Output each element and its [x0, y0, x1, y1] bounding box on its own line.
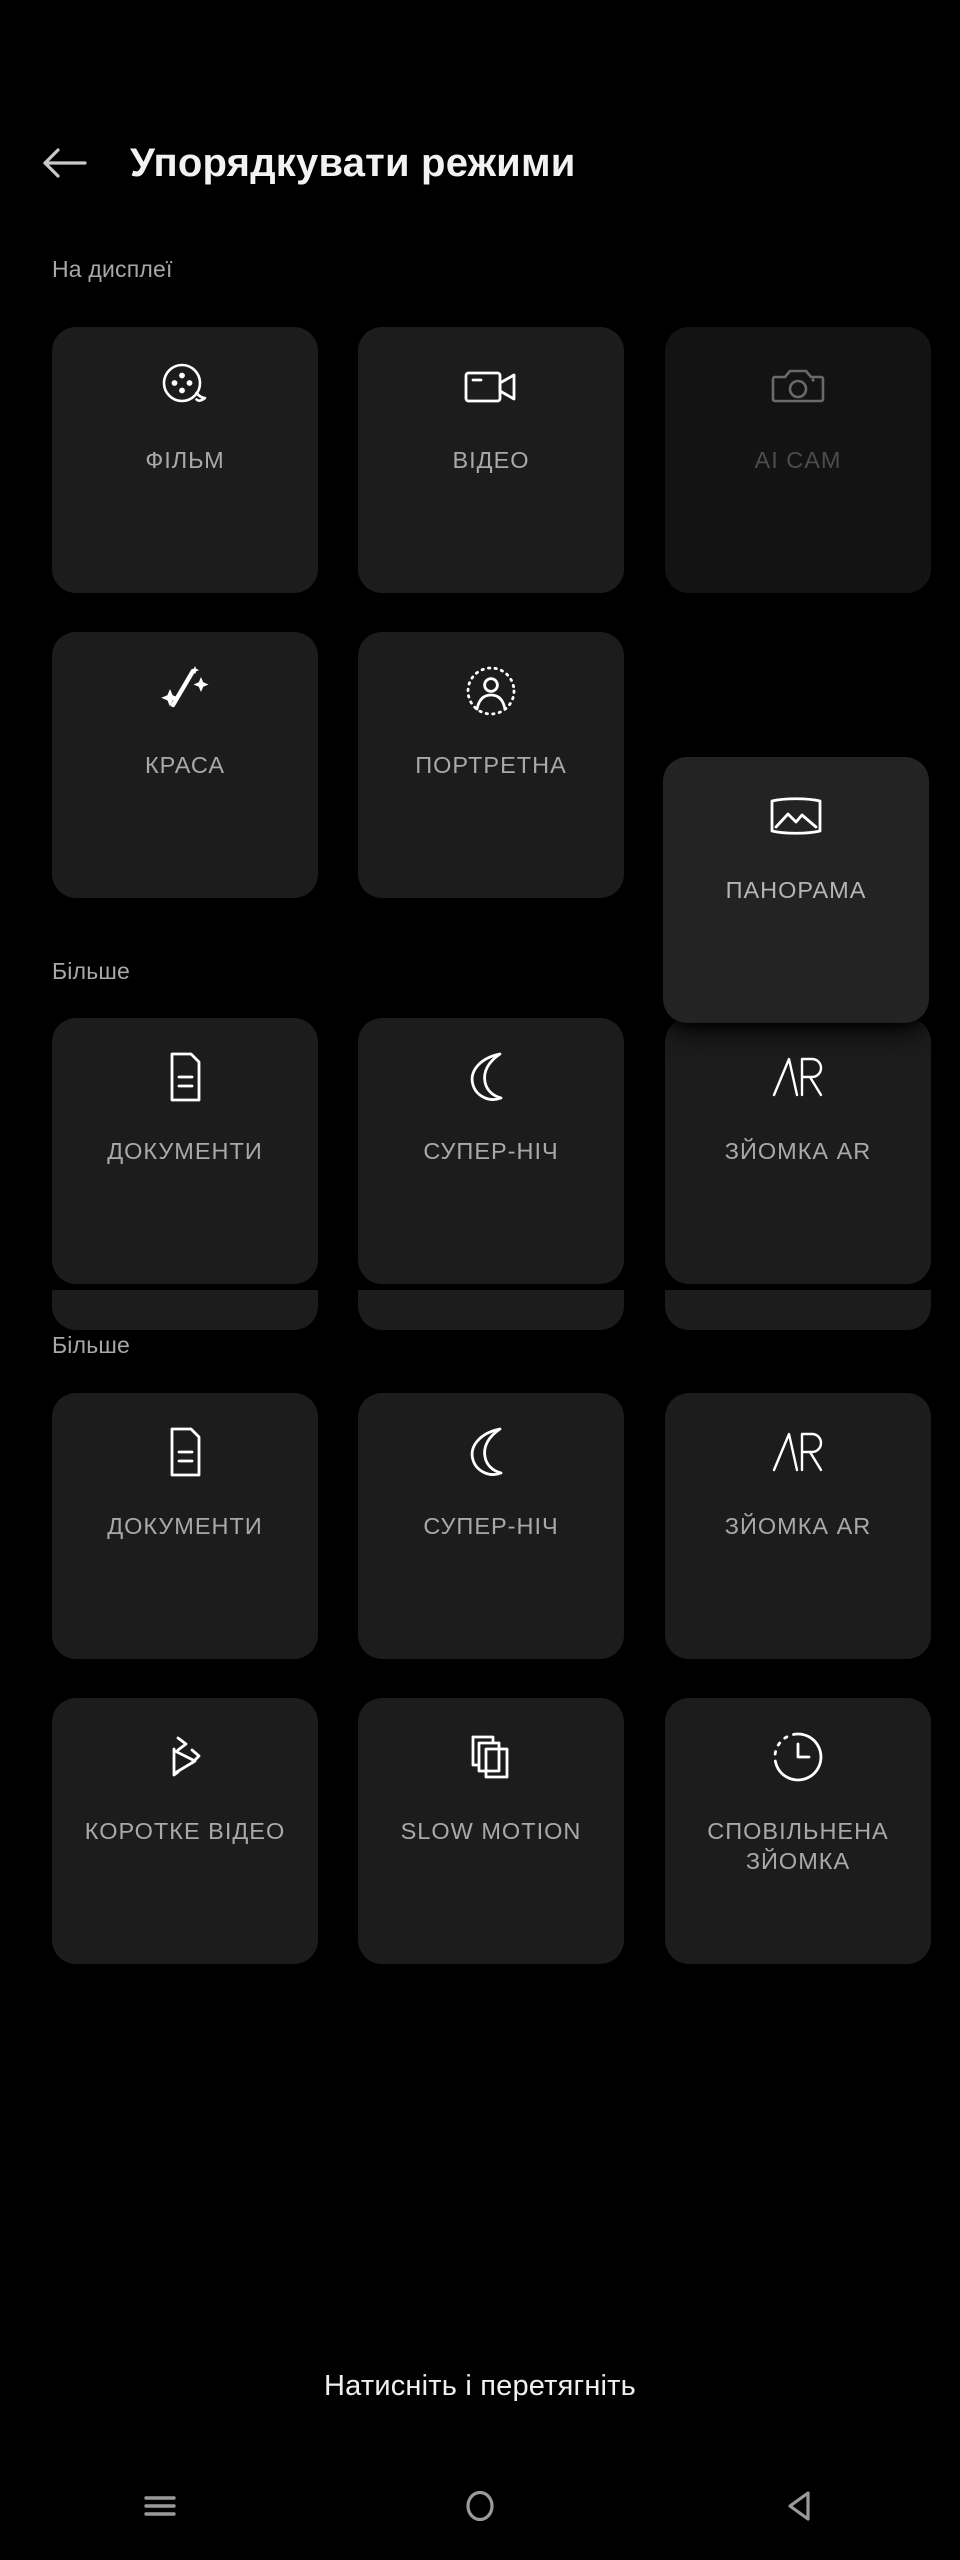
mode-tile-short-video[interactable]: КОРОТКЕ ВІДЕО — [52, 1698, 318, 1964]
short-video-icon — [52, 1698, 318, 1816]
mode-tile-label: ЗЙОМКА AR — [724, 1138, 872, 1164]
android-navigation-bar — [0, 2452, 960, 2560]
mode-tile-film[interactable]: ФІЛЬМ — [52, 327, 318, 593]
mode-tile-portrait[interactable]: ПОРТРЕТНА — [358, 632, 624, 898]
camera-modes-reorder-screen: Упорядкувати режими На дисплеї ФІЛЬМ ВІД — [0, 0, 960, 2560]
page-title: Упорядкувати режими — [130, 140, 576, 185]
mode-tile-ar-shot-2[interactable]: ЗЙОМКА AR — [665, 1393, 931, 1659]
mode-tile-documents-1[interactable]: ДОКУМЕНТИ — [52, 1018, 318, 1284]
magic-wand-sparkle-icon — [52, 632, 318, 750]
mode-tile-beauty[interactable]: КРАСА — [52, 632, 318, 898]
clock-timelapse-icon — [665, 1698, 931, 1816]
mode-tile-label: AI CAM — [754, 447, 842, 473]
mode-tile-label: ВІДЕО — [452, 447, 530, 473]
mode-tile-label: ПАНОРАМА — [725, 877, 867, 903]
section-label-more-2: Більше — [52, 1332, 131, 1358]
mode-tile-video[interactable]: ВІДЕО — [358, 327, 624, 593]
menu-lines-icon — [142, 2491, 178, 2521]
mode-tile-label: ДОКУМЕНТИ — [107, 1138, 263, 1164]
moon-icon — [358, 1018, 624, 1136]
tile-edge-peek — [358, 1290, 624, 1330]
ar-icon — [665, 1393, 931, 1511]
mode-tile-label: SLOW MOTION — [400, 1818, 582, 1844]
camera-icon — [665, 327, 931, 445]
video-camera-icon — [358, 327, 624, 445]
document-icon — [52, 1393, 318, 1511]
mode-tile-super-night-2[interactable]: СУПЕР-НІЧ — [358, 1393, 624, 1659]
mode-tile-panorama-dragged[interactable]: ПАНОРАМА — [663, 757, 929, 1023]
mode-tile-ar-shot-1[interactable]: ЗЙОМКА AR — [665, 1018, 931, 1284]
appbar: Упорядкувати режими — [0, 118, 960, 208]
mode-tile-super-night-1[interactable]: СУПЕР-НІЧ — [358, 1018, 624, 1284]
section-label-more-1: Більше — [52, 958, 131, 984]
mode-tile-label: КОРОТКЕ ВІДЕО — [84, 1818, 286, 1844]
mode-tile-label: ФІЛЬМ — [145, 447, 225, 473]
back-button[interactable] — [28, 126, 102, 200]
document-icon — [52, 1018, 318, 1136]
mode-tile-label: КРАСА — [144, 752, 226, 778]
mode-tile-time-lapse[interactable]: СПОВІЛЬНЕНА ЗЙОМКА — [665, 1698, 931, 1964]
triangle-back-icon — [784, 2489, 816, 2523]
recents-button[interactable] — [100, 2466, 220, 2546]
mode-tile-label: СУПЕР-НІЧ — [423, 1138, 559, 1164]
mode-tile-label: ПОРТРЕТНА — [415, 752, 567, 778]
mode-tile-label: СПОВІЛЬНЕНА ЗЙОМКА — [707, 1818, 889, 1874]
mode-tile-label: СУПЕР-НІЧ — [423, 1513, 559, 1539]
circle-icon — [463, 2489, 497, 2523]
moon-icon — [358, 1393, 624, 1511]
mode-tile-slow-motion[interactable]: SLOW MOTION — [358, 1698, 624, 1964]
back-nav-button[interactable] — [740, 2466, 860, 2546]
home-button[interactable] — [420, 2466, 540, 2546]
mode-tile-ai-cam[interactable]: AI CAM — [665, 327, 931, 593]
ar-icon — [665, 1018, 931, 1136]
mode-tile-label: ДОКУМЕНТИ — [107, 1513, 263, 1539]
layers-copy-icon — [358, 1698, 624, 1816]
mode-tile-label: ЗЙОМКА AR — [724, 1513, 872, 1539]
section-label-on-display: На дисплеї — [52, 256, 173, 282]
film-reel-icon — [52, 327, 318, 445]
tile-edge-peek — [665, 1290, 931, 1330]
tile-edge-peek — [52, 1290, 318, 1330]
mode-tile-documents-2[interactable]: ДОКУМЕНТИ — [52, 1393, 318, 1659]
drag-hint-text: Натисніть і перетягніть — [324, 2370, 636, 2402]
person-portrait-icon — [358, 632, 624, 750]
panorama-mountain-icon — [663, 757, 929, 875]
arrow-left-icon — [42, 145, 88, 181]
